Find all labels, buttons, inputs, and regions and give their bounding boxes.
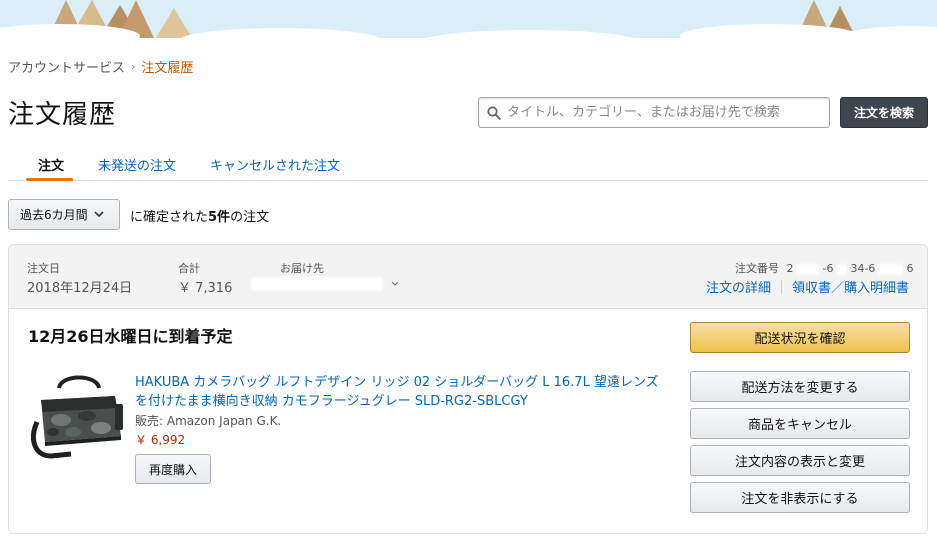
redacted-digits: [836, 263, 847, 275]
view-edit-order-button[interactable]: 注文内容の表示と変更: [690, 445, 910, 476]
redacted-digits: [797, 263, 819, 275]
item-price: ￥ 6,992: [135, 433, 186, 447]
link-divider: [780, 279, 782, 294]
tab-cancelled[interactable]: キャンセルされた注文: [210, 155, 340, 174]
page-title: 注文履歴: [8, 100, 117, 130]
order-tabs: 注文 未発送の注文 キャンセルされた注文: [8, 148, 928, 181]
order-number-part: 6: [906, 262, 914, 275]
order-date-value: 2018年12月24日: [27, 281, 133, 296]
breadcrumb-separator: ›: [131, 60, 136, 73]
delivery-status: 12月26日水曜日に到着予定: [28, 327, 233, 346]
ship-to-recipient[interactable]: [251, 276, 399, 291]
order-date-label: 注文日: [27, 262, 60, 275]
track-package-button[interactable]: 配送状況を確認: [690, 322, 910, 353]
seller-info: 販売: Amazon Japan G.K.: [135, 414, 282, 428]
ship-to-label: お届け先: [280, 262, 324, 275]
search-orders-button[interactable]: 注文を検索: [840, 97, 928, 128]
period-dropdown-label: 過去6カ月間: [20, 208, 88, 222]
tab-not-shipped[interactable]: 未発送の注文: [98, 155, 176, 174]
order-total-value: ￥ 7,316: [178, 281, 233, 296]
change-shipping-button[interactable]: 配送方法を変更する: [690, 371, 910, 402]
chevron-down-icon: [94, 211, 104, 218]
redacted-digits: [878, 263, 903, 275]
order-header: 注文日 2018年12月24日 合計 ￥ 7,316 お届け先 注文番号 2 -…: [9, 245, 927, 309]
product-image[interactable]: [31, 370, 127, 462]
order-total-label: 合計: [178, 262, 200, 275]
order-number-part: 2: [786, 262, 794, 275]
order-header-links: 注文の詳細 領収書／購入明細書: [706, 277, 909, 296]
order-number-part: -6: [822, 262, 834, 275]
snow-decoration: [180, 28, 380, 38]
order-details-link[interactable]: 注文の詳細: [706, 277, 771, 296]
product-title-link[interactable]: HAKUBA カメラバッグ ルフトデザイン リッジ 02 ショルダーバッグ L …: [135, 373, 663, 411]
active-tab-indicator: [26, 178, 73, 181]
order-count: 5件: [208, 210, 231, 225]
cancel-item-button[interactable]: 商品をキャンセル: [690, 408, 910, 439]
search-icon: [487, 105, 501, 120]
order-card: 注文日 2018年12月24日 合計 ￥ 7,316 お届け先 注文番号 2 -…: [8, 244, 928, 534]
order-search-box[interactable]: [478, 97, 830, 128]
buy-again-button[interactable]: 再度購入: [135, 454, 211, 484]
breadcrumb-account-services[interactable]: アカウントサービス: [8, 57, 125, 76]
hide-order-button[interactable]: 注文を非表示にする: [690, 482, 910, 513]
order-search-input[interactable]: [507, 98, 829, 127]
order-number: 注文番号 2 -6 34-6 6: [735, 260, 913, 276]
snow-decoration: [420, 30, 640, 38]
order-count-summary: に確定された5件の注文: [130, 206, 269, 225]
filter-text-after: の注文: [230, 210, 270, 225]
holiday-banner: [0, 0, 937, 38]
breadcrumb-current: 注文履歴: [141, 61, 194, 76]
chevron-down-icon: [391, 281, 399, 286]
breadcrumb: アカウントサービス › 注文履歴: [8, 57, 193, 76]
tab-orders[interactable]: 注文: [38, 155, 64, 174]
filter-text-before: に確定された: [130, 210, 209, 225]
order-number-label: 注文番号: [735, 262, 779, 275]
redacted-recipient: [251, 276, 383, 291]
order-number-part: 34-6: [850, 262, 876, 275]
period-dropdown[interactable]: 過去6カ月間: [8, 199, 120, 230]
receipt-link[interactable]: 領収書／購入明細書: [792, 277, 909, 296]
